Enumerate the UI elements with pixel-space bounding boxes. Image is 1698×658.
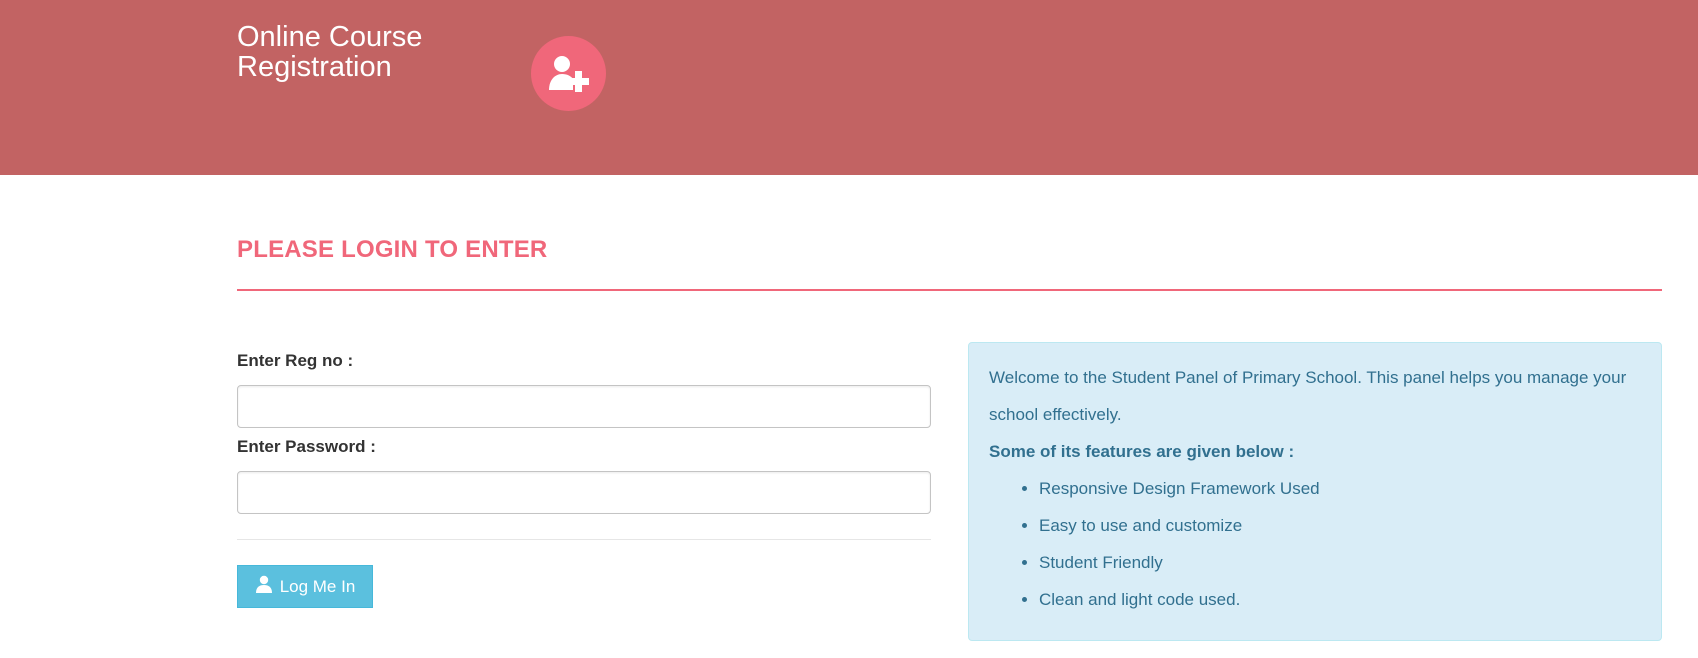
heading-divider	[237, 289, 1662, 291]
info-panel: Welcome to the Student Panel of Primary …	[968, 342, 1662, 641]
features-title: Some of its features are given below :	[989, 442, 1295, 461]
password-input[interactable]	[237, 471, 931, 514]
site-title-line2: Registration	[237, 51, 392, 83]
form-divider	[237, 539, 931, 540]
site-header: Online Course Registration	[0, 0, 1698, 175]
site-title-line1: Online Course	[237, 21, 423, 53]
feature-list: Responsive Design Framework Used Easy to…	[989, 470, 1641, 618]
page-title: PLEASE LOGIN TO ENTER	[237, 236, 548, 263]
list-item: Clean and light code used.	[1039, 581, 1641, 618]
user-icon	[255, 575, 273, 598]
login-button[interactable]: Log Me In	[237, 565, 373, 608]
site-title: Online Course Registration	[237, 22, 477, 82]
list-item: Easy to use and customize	[1039, 507, 1641, 544]
password-label: Enter Password :	[237, 437, 376, 456]
login-button-label: Log Me In	[279, 576, 356, 596]
reg-no-input[interactable]	[237, 385, 931, 428]
reg-no-label: Enter Reg no :	[237, 351, 354, 370]
user-plus-icon	[531, 36, 606, 111]
list-item: Student Friendly	[1039, 544, 1641, 581]
welcome-text: Welcome to the Student Panel of Primary …	[989, 368, 1627, 424]
list-item: Responsive Design Framework Used	[1039, 470, 1641, 507]
